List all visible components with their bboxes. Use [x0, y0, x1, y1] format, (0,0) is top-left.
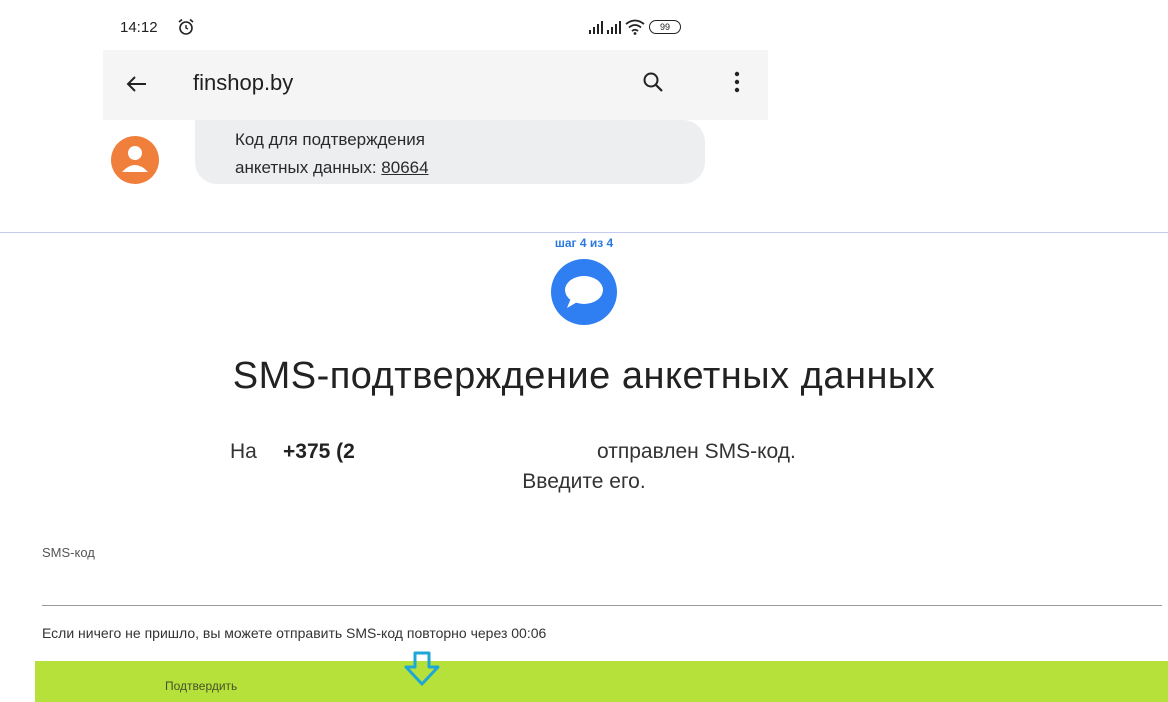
back-arrow-icon[interactable]: [125, 72, 149, 96]
arrow-down-icon: [404, 651, 440, 686]
app-bar: finshop.by: [103, 50, 768, 120]
chat-bubble-icon: [551, 259, 617, 325]
sms-code-input[interactable]: [42, 565, 1162, 606]
alarm-icon: [178, 18, 194, 35]
signal-icon: [607, 20, 621, 34]
sent-suffix: отправлен SMS-код.: [597, 440, 796, 463]
sms-app-screenshot: 14:12 99 finshop.by Код для подтверждени…: [103, 0, 768, 196]
wifi-icon: [625, 19, 645, 35]
message-text-prefix: анкетных данных:: [235, 158, 382, 177]
enter-prompt: Введите его.: [522, 470, 646, 493]
signal-icon: [589, 20, 603, 34]
message-text: Код для подтверждения: [235, 130, 425, 149]
confirm-button-label: Подтвердить: [165, 679, 238, 693]
message-text: анкетных данных: 80664: [235, 158, 429, 178]
sms-code-link[interactable]: 80664: [381, 158, 428, 177]
phone-number: +375 (2: [283, 440, 355, 463]
page-title: SMS-подтверждение анкетных данных: [232, 355, 936, 397]
thread-title: finshop.by: [193, 70, 294, 95]
resend-hint: Если ничего не пришло, вы можете отправи…: [42, 625, 547, 641]
avatar: [111, 136, 159, 184]
status-time: 14:12: [120, 19, 158, 36]
sms-code-label: SMS-код: [42, 545, 95, 560]
search-icon[interactable]: [641, 70, 665, 94]
divider: [0, 232, 1168, 233]
status-indicators: 99: [589, 19, 681, 35]
person-icon: [122, 146, 148, 172]
sent-prefix: На: [230, 440, 257, 463]
step-indicator: шаг 4 из 4: [554, 236, 614, 250]
battery-icon: 99: [649, 20, 681, 34]
more-vert-icon[interactable]: [733, 70, 741, 94]
